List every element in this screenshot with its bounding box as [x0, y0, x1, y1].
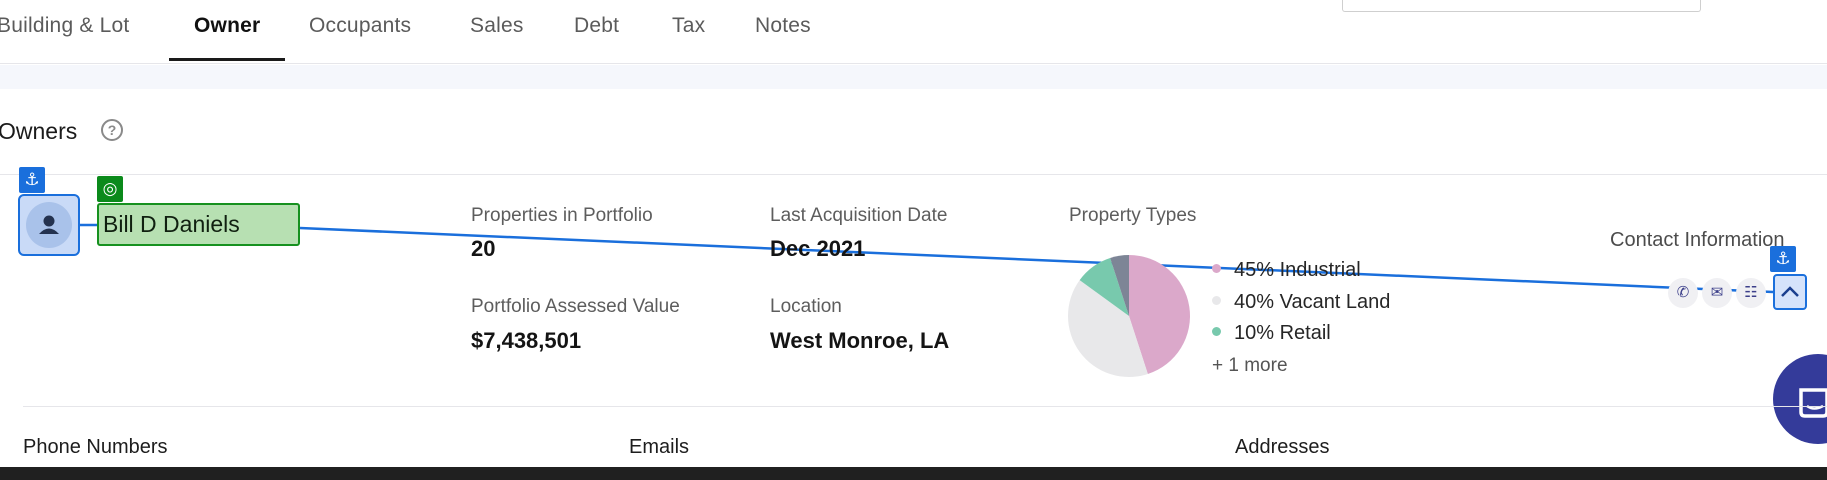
acquisition-label: Last Acquisition Date — [770, 205, 948, 226]
location-value: West Monroe, LA — [770, 328, 950, 353]
anchor-icon: ⚓ — [1770, 246, 1796, 272]
collapse-button[interactable] — [1773, 274, 1807, 310]
emails-heading: Emails — [629, 436, 690, 458]
person-icon — [39, 215, 59, 234]
location-label: Location — [770, 296, 842, 317]
avatar-circle — [26, 202, 72, 248]
row-divider — [23, 406, 1827, 407]
properties-label: Properties in Portfolio — [471, 205, 653, 226]
legend-label: 45% Industrial — [1234, 259, 1361, 281]
owner-name-link[interactable]: Bill D Daniels — [97, 203, 300, 246]
legend-label: 10% Retail — [1234, 322, 1331, 344]
anchor-icon: ⚓ — [19, 167, 45, 193]
properties-value: 20 — [471, 236, 496, 261]
chat-button[interactable] — [1773, 354, 1827, 444]
more-types-link[interactable]: + 1 more — [1212, 355, 1288, 377]
legend-item-industrial: 45% Industrial — [1212, 259, 1361, 282]
legend-item-retail: 10% Retail — [1212, 322, 1331, 345]
owner-page: Building & Lot Owner Occupants Sales Deb… — [0, 0, 1827, 480]
addresses-heading: Addresses — [1235, 436, 1330, 458]
assessed-value: $7,438,501 — [471, 328, 582, 353]
phone-icon[interactable]: ✆ — [1668, 278, 1698, 308]
legend-dot — [1212, 264, 1221, 274]
owner-avatar[interactable] — [18, 194, 80, 256]
os-taskbar — [0, 467, 1827, 480]
contact-information-title: Contact Information — [1610, 229, 1785, 251]
legend-dot — [1212, 327, 1221, 337]
property-types-pie — [1068, 255, 1190, 377]
target-icon: ◎ — [97, 176, 123, 202]
property-types-title: Property Types — [1069, 205, 1197, 226]
assessed-label: Portfolio Assessed Value — [471, 296, 680, 317]
id-card-icon[interactable]: ☷ — [1736, 278, 1766, 308]
acquisition-value: Dec 2021 — [770, 236, 866, 261]
phone-numbers-heading: Phone Numbers — [23, 436, 168, 458]
legend-label: 40% Vacant Land — [1234, 291, 1391, 313]
legend-dot — [1212, 296, 1221, 306]
chat-icon — [1799, 388, 1827, 418]
email-icon[interactable]: ✉ — [1702, 278, 1732, 308]
legend-item-vacant-land: 40% Vacant Land — [1212, 291, 1390, 314]
chevron-up-icon — [1781, 286, 1799, 297]
